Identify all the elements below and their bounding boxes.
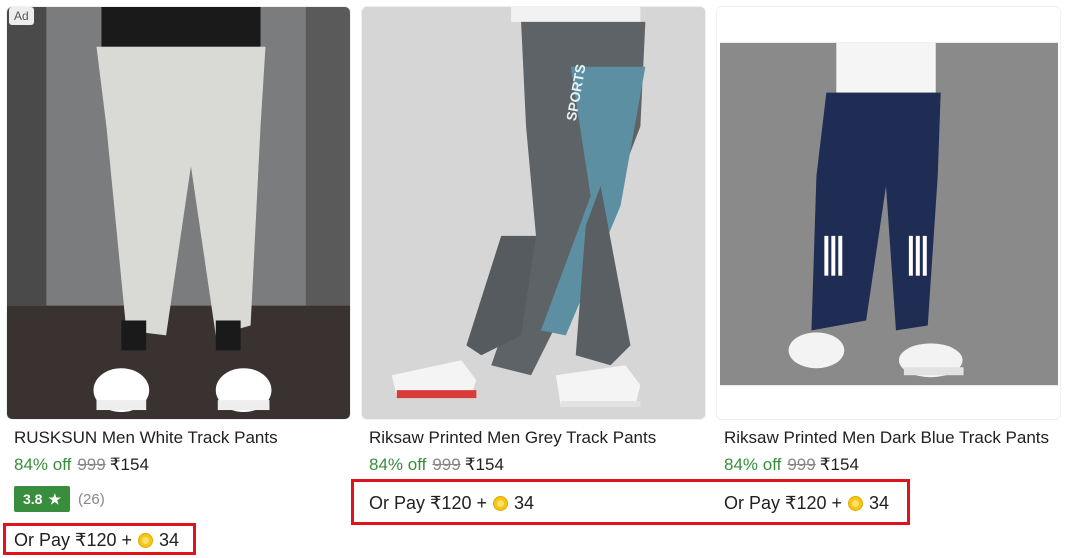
product-image-frame[interactable] (716, 6, 1061, 420)
star-icon: ★ (48, 490, 62, 507)
rating-count: (26) (78, 490, 105, 508)
product-image-frame[interactable]: SPORTS (361, 6, 706, 420)
mrp-price: 999 (432, 455, 461, 474)
selling-price: ₹154 (819, 455, 859, 474)
discount-label: 84% off (14, 455, 72, 474)
highlight-box-or-pay-card-1 (3, 523, 196, 555)
ad-badge: Ad (9, 7, 34, 25)
product-title[interactable]: Riksaw Printed Men Grey Track Pants (369, 428, 703, 448)
selling-price: ₹154 (109, 455, 149, 474)
price-row: 84% off 999 ₹154 (14, 455, 149, 475)
product-title[interactable]: Riksaw Printed Men Dark Blue Track Pants (724, 428, 1058, 448)
white-track-pants-image[interactable] (7, 7, 350, 419)
highlight-box-or-pay-cards-2-3 (351, 479, 910, 525)
dark-blue-track-pants-image[interactable] (717, 7, 1060, 419)
discount-label: 84% off (724, 455, 782, 474)
discount-label: 84% off (369, 455, 427, 474)
product-card[interactable]: SPORTS Riksaw Printed Men Grey Track Pan… (361, 0, 706, 558)
product-card[interactable]: Ad RUSKSUN Men White Track Pants 84% off… (6, 0, 351, 558)
grey-track-pants-image[interactable]: SPORTS (362, 7, 705, 419)
rating-badge: 3.8 ★ (14, 486, 71, 512)
mrp-price: 999 (787, 455, 816, 474)
product-title[interactable]: RUSKSUN Men White Track Pants (14, 428, 348, 448)
rating-value: 3.8 (23, 491, 43, 507)
product-image-frame[interactable] (6, 6, 351, 420)
price-row: 84% off 999 ₹154 (369, 455, 504, 475)
selling-price: ₹154 (464, 455, 504, 474)
price-row: 84% off 999 ₹154 (724, 455, 859, 475)
rating-row: 3.8 ★ (26) (14, 486, 105, 512)
mrp-price: 999 (77, 455, 106, 474)
product-card[interactable]: Riksaw Printed Men Dark Blue Track Pants… (716, 0, 1061, 558)
